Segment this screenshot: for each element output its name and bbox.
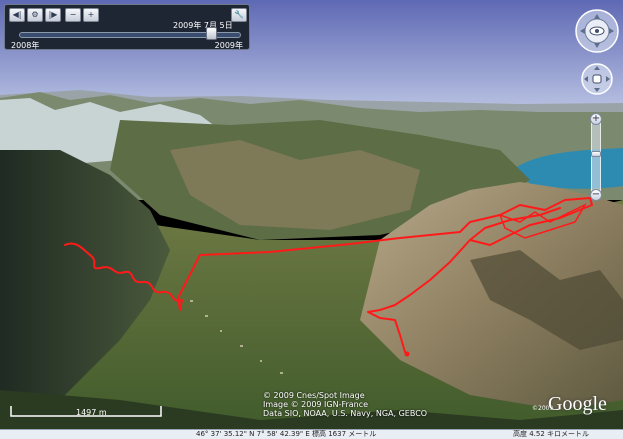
wrench-icon[interactable]: 🔧: [231, 8, 247, 22]
terrain-map-view[interactable]: [0, 0, 623, 439]
eye-altitude: 高度 4.52 キロメートル: [513, 430, 590, 438]
range-start: 2008年: [11, 41, 40, 50]
cursor-coordinates: 46° 37' 35.12" N 7° 58' 42.39" E 標高 1637…: [196, 430, 377, 438]
time-slider-panel: ◀| ⚙ |▶ − + 🔧 2009年 7月 5日 2008年 2009年: [4, 4, 250, 50]
copyright-text: © 2009 Cnes/Spot Image Image © 2009 IGN-…: [263, 391, 427, 418]
move-control[interactable]: [580, 62, 614, 96]
status-bar: 46° 37' 35.12" N 7° 58' 42.39" E 標高 1637…: [0, 429, 623, 439]
time-thumb[interactable]: [206, 27, 217, 40]
hand-icon: [592, 74, 602, 84]
google-logo: Google: [548, 393, 607, 415]
range-end: 2009年: [214, 41, 243, 50]
previous-button[interactable]: ◀|: [9, 8, 25, 22]
zoom-in-button[interactable]: +: [590, 113, 602, 125]
route-endpoint: [404, 351, 410, 357]
slider-settings-button[interactable]: ⚙: [27, 8, 43, 22]
zoom-in-time-button[interactable]: +: [83, 8, 99, 22]
current-date: 2009年 7月 5日: [173, 21, 233, 30]
eye-icon: [589, 26, 605, 36]
copyright-line-3: Data SIO, NOAA, U.S. Navy, NGA, GEBCO: [263, 409, 428, 418]
zoom-out-time-button[interactable]: −: [65, 8, 81, 22]
next-button[interactable]: |▶: [45, 8, 61, 22]
look-control[interactable]: [574, 8, 620, 54]
scale-label: 1497 m: [76, 408, 107, 417]
zoom-slider-track[interactable]: [591, 118, 601, 196]
zoom-slider-thumb[interactable]: [591, 151, 601, 157]
zoom-out-button[interactable]: −: [590, 189, 602, 201]
copyright-line-1: © 2009 Cnes/Spot Image: [263, 391, 365, 400]
copyright-line-2: Image © 2009 IGN-France: [263, 400, 369, 409]
